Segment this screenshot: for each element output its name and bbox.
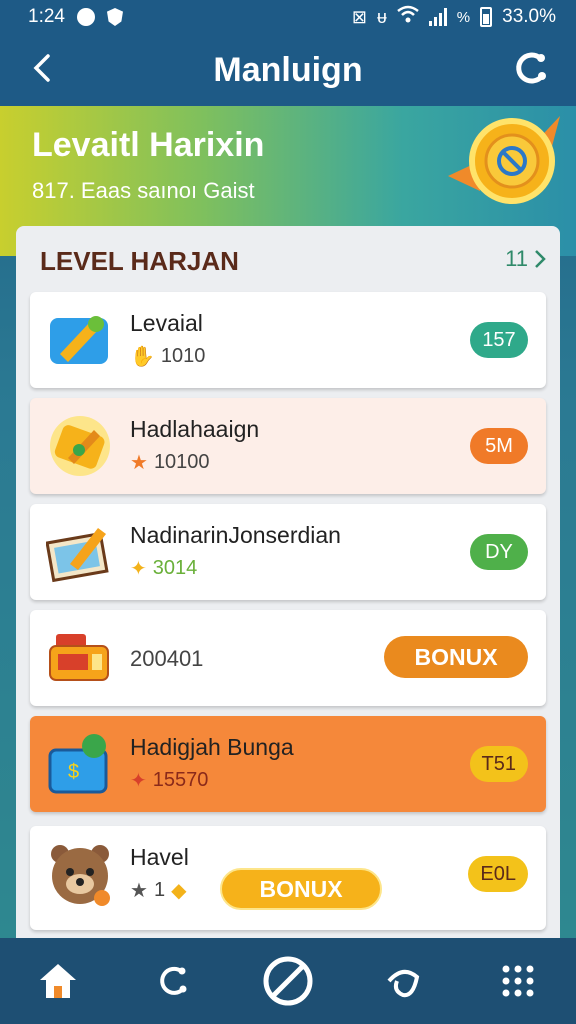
status-time: 1:24 (28, 6, 65, 27)
row-badge[interactable]: E0L (468, 856, 528, 892)
hero-title: Levaitl Harixin (32, 126, 265, 164)
shield-icon (106, 8, 123, 26)
bottom-nav (0, 938, 576, 1024)
no-sim-icon: ⊠ (351, 6, 367, 27)
nav-link[interactable] (143, 951, 203, 1011)
row-meta: ★ 1 ◆ (130, 878, 186, 903)
nav-center[interactable] (258, 951, 318, 1011)
folder-pencil-icon (50, 316, 108, 364)
row-meta: ✦ 3014 (130, 556, 197, 581)
coin-badge-icon (448, 116, 560, 204)
row-badge[interactable]: 5M (470, 428, 528, 464)
grid-icon (502, 965, 534, 997)
row-meta-value: 1 (153, 879, 166, 901)
cash-register-icon (49, 634, 109, 681)
signal-icon (428, 8, 447, 26)
row-meta: 200401 (130, 646, 203, 672)
row-meta: ✋ 1010 (130, 344, 205, 369)
battery-icon (480, 7, 493, 27)
sync-button[interactable] (508, 46, 552, 90)
wifi-icon (397, 5, 419, 29)
row-badge[interactable]: DY (470, 534, 528, 570)
nav-loop[interactable] (373, 951, 433, 1011)
app-header: Manluign (0, 34, 576, 106)
row-title: Hadlahaaign (130, 416, 260, 442)
row-meta-value: 15570 (152, 769, 209, 791)
list-item[interactable]: $ Hadigjah Bunga ✦ 15570 T51 (30, 716, 546, 812)
svg-text:$: $ (68, 761, 79, 783)
bear-icon (51, 845, 110, 906)
row-meta: ✦ 15570 (130, 768, 208, 793)
hand-icon: ✋ (130, 346, 155, 368)
chevron-left-icon (33, 54, 50, 82)
level-card: LEVEL HARJAN 11 Levaial ✋ 1010 157 Hadla… (16, 226, 560, 966)
basket-icon: $ (48, 734, 108, 794)
link-icon (160, 966, 187, 995)
row-meta-value: 10100 (153, 451, 210, 473)
nav-grid[interactable] (488, 951, 548, 1011)
row-title: Hadigjah Bunga (130, 734, 294, 760)
bonus-button[interactable]: BONUX (220, 868, 382, 910)
star-icon: ★ (130, 452, 148, 474)
sync-icon (516, 52, 546, 84)
section-title: LEVEL HARJAN (40, 246, 239, 276)
list-item[interactable]: 200401 BONUX (30, 610, 546, 706)
chevron-right-icon (535, 250, 546, 268)
row-badge[interactable]: T51 (469, 746, 528, 782)
list-item[interactable]: Hadlahaaign ★ 10100 5M (30, 398, 546, 494)
bonus-button[interactable]: BONUX (384, 636, 528, 678)
row-meta-value: 1010 (160, 345, 206, 367)
list-item[interactable]: NadinarinJonserdian ✦ 3014 DY (30, 504, 546, 600)
row-title: NadinarinJonserdian (130, 522, 341, 548)
vibrate-icon: ᵾ (376, 6, 387, 27)
star-icon: ★ (130, 880, 148, 902)
page-title: Manluign (213, 50, 363, 89)
hero-subtitle: 817. Eaas saınoı Gaist (32, 178, 255, 203)
list-item[interactable]: Levaial ✋ 1010 157 (30, 292, 546, 388)
home-icon (39, 964, 76, 998)
row-title: Havel (130, 844, 189, 870)
nav-home[interactable] (28, 951, 88, 1011)
row-meta: ★ 10100 (130, 450, 210, 475)
loop-icon (387, 969, 420, 998)
picture-pencil-icon (46, 528, 109, 583)
gem-icon: ◆ (171, 880, 187, 902)
status-bar: 1:24 ⊠ ᵾ % 33.0% (0, 0, 576, 34)
back-button[interactable] (22, 48, 62, 88)
sparkle-icon: ✦ (130, 558, 147, 580)
row-meta-value: 3014 (152, 557, 198, 579)
battery-level: 33.0% (502, 6, 556, 27)
row-meta-value: 200401 (130, 646, 204, 671)
notification-icon (76, 8, 95, 26)
list-item[interactable]: Havel ★ 1 ◆ BONUX E0L (30, 826, 546, 930)
section-count: 11 (505, 246, 528, 271)
prohibited-icon (263, 956, 313, 1006)
percent-symbol: % (456, 8, 471, 26)
gold-pencil-icon (50, 416, 110, 476)
section-count-link[interactable]: 11 (505, 246, 546, 272)
star-icon: ✦ (130, 770, 147, 792)
row-title: Levaial (130, 310, 203, 336)
row-badge[interactable]: 157 (470, 322, 528, 358)
